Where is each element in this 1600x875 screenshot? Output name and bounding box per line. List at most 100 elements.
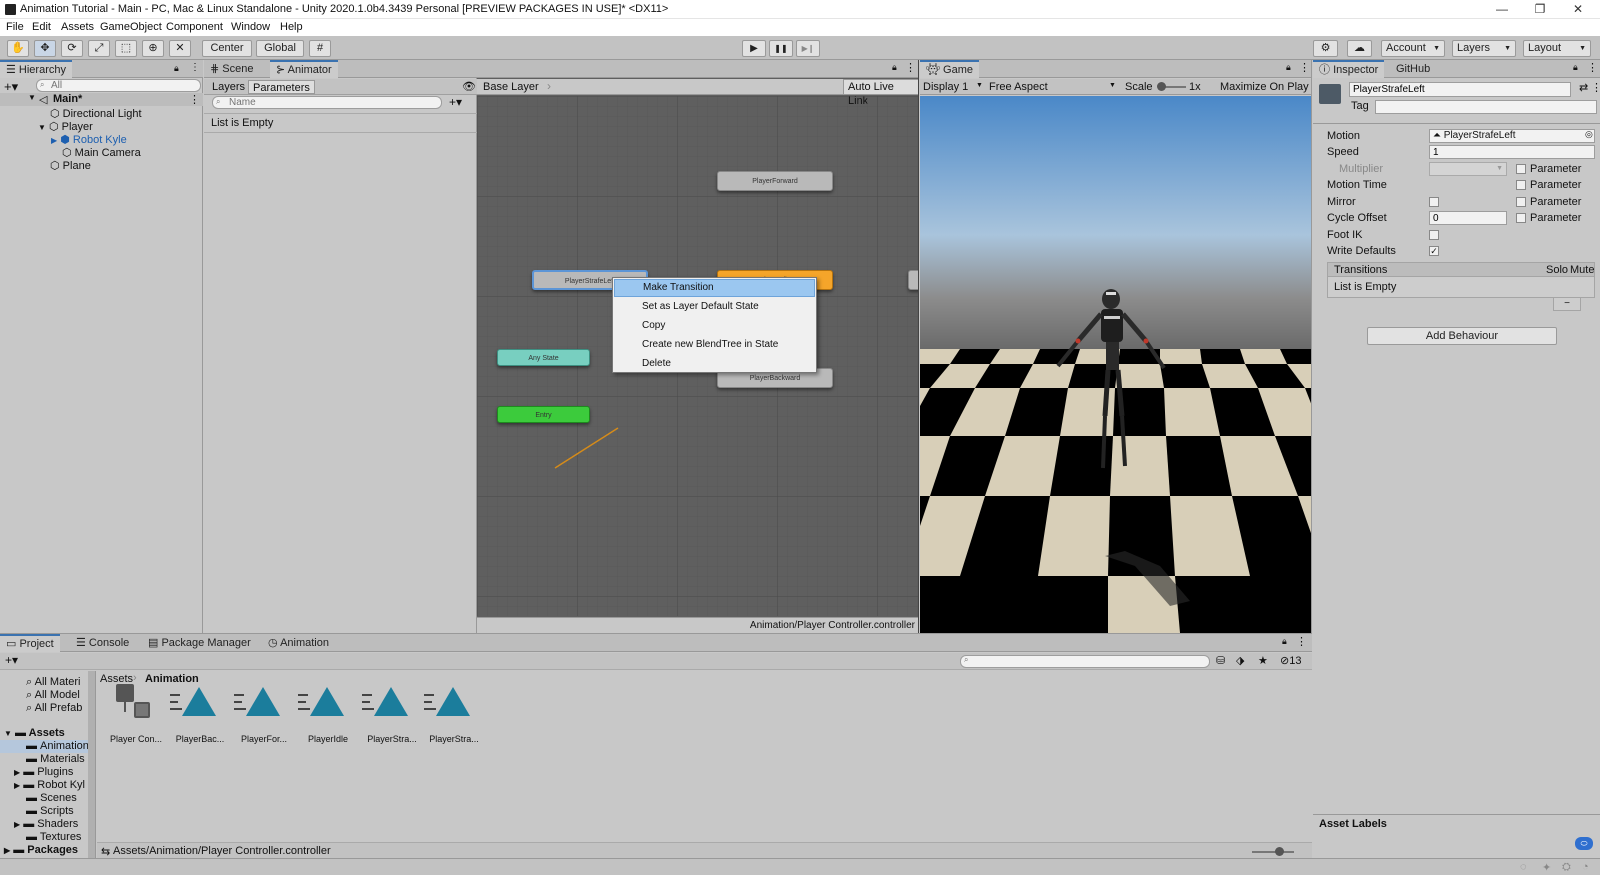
preset-icon[interactable]: ⇄ <box>1579 81 1588 94</box>
tab-scene[interactable]: ⋕ Scene <box>204 60 259 78</box>
tree-scripts[interactable]: ▬ Scripts <box>26 805 74 817</box>
subtab-layers[interactable]: Layers <box>208 80 249 94</box>
expand-arrow-icon[interactable]: ▼ <box>4 729 12 738</box>
menu-item-create-blendtree[interactable]: Create new BlendTree in State <box>614 336 815 354</box>
tree-scenes[interactable]: ▬ Scenes <box>26 792 77 804</box>
object-picker-icon[interactable]: ◎ <box>1585 129 1593 140</box>
hierarchy-item-plane[interactable]: ⬡ Plane <box>50 159 91 172</box>
auto-live-link-toggle[interactable]: Auto Live Link <box>843 79 918 107</box>
lock-icon[interactable]: 🔒︎ <box>1573 62 1578 73</box>
panel-menu-icon[interactable]: ⋮ <box>190 62 200 73</box>
menu-component[interactable]: Component <box>166 21 223 33</box>
tab-github[interactable]: GitHub <box>1390 60 1436 78</box>
menu-file[interactable]: File <box>6 21 24 33</box>
filter-type-icon[interactable]: ⛁ <box>1216 654 1225 667</box>
expand-arrow-icon[interactable]: ▶ <box>14 820 20 829</box>
expand-arrow-icon[interactable]: ▶ <box>4 846 10 855</box>
tag-field[interactable] <box>1375 100 1597 114</box>
account-dropdown[interactable]: Account ▼ <box>1381 40 1445 57</box>
minimize-button[interactable]: — <box>1492 2 1512 16</box>
panel-menu-icon[interactable]: ⋮ <box>1296 635 1307 648</box>
lock-icon[interactable]: 🔒︎ <box>174 63 179 74</box>
play-button[interactable]: ▶ <box>742 40 766 57</box>
favorite-all-materials[interactable]: ⌕ All Materi <box>26 676 80 689</box>
expand-arrow-icon[interactable]: ▼ <box>38 123 46 132</box>
menu-gameobject[interactable]: GameObject <box>100 21 162 33</box>
tab-animator[interactable]: ⊱ Animator <box>270 60 338 78</box>
icon-size-slider-thumb[interactable] <box>1275 847 1284 856</box>
pivot-center-toggle[interactable]: Center <box>202 40 252 57</box>
panel-menu-icon[interactable]: ⋮ <box>1299 61 1310 74</box>
expand-arrow-icon[interactable]: ▼ <box>28 93 36 102</box>
remove-transition-button[interactable]: − <box>1553 298 1581 311</box>
menu-item-delete[interactable]: Delete <box>614 355 815 373</box>
collab-icon[interactable]: ⚙ <box>1313 40 1338 57</box>
display-dropdown[interactable]: Display 1 <box>923 81 968 93</box>
favorite-all-prefabs[interactable]: ⌕ All Prefab <box>26 702 82 715</box>
subtab-parameters[interactable]: Parameters <box>248 80 315 94</box>
menu-assets[interactable]: Assets <box>61 21 94 33</box>
hierarchy-item-directional-light[interactable]: ⬡ Directional Light <box>50 107 142 120</box>
multiplier-parameter-checkbox[interactable] <box>1516 164 1526 174</box>
write-defaults-checkbox[interactable]: ✓ <box>1429 246 1439 256</box>
tree-textures[interactable]: ▬ Textures <box>26 831 81 843</box>
expand-arrow-icon[interactable]: ▶ <box>14 768 20 777</box>
rect-tool-icon[interactable]: ⬚ <box>115 40 137 57</box>
filter-label-icon[interactable]: ⬗ <box>1236 654 1244 667</box>
lock-icon[interactable]: 🔒︎ <box>892 62 897 73</box>
scale-tool-icon[interactable]: ⤢ <box>88 40 110 57</box>
state-any-state[interactable]: Any State <box>497 349 590 366</box>
tab-game[interactable]: 👾︎ Game <box>920 60 979 78</box>
panel-menu-icon[interactable]: ⋮ <box>905 61 916 74</box>
hierarchy-item-player[interactable]: ▼ ⬡ Player <box>38 120 93 133</box>
eye-icon[interactable]: 👁︎ <box>462 80 476 93</box>
state-offscreen[interactable] <box>908 270 918 290</box>
motion-time-parameter-checkbox[interactable] <box>1516 180 1526 190</box>
expand-arrow-icon[interactable]: ▶ <box>51 136 57 145</box>
pause-button[interactable]: ❚❚ <box>769 40 793 57</box>
hierarchy-item-robot-kyle[interactable]: ▶ ⬢ Robot Kyle <box>51 133 127 146</box>
restore-button[interactable]: ❐ <box>1530 2 1550 16</box>
object-name-field[interactable] <box>1349 82 1571 97</box>
move-tool-icon[interactable]: ✥ <box>34 40 56 57</box>
aspect-dropdown[interactable]: Free Aspect <box>989 81 1048 93</box>
tree-scrollbar[interactable] <box>88 671 95 859</box>
state-entry[interactable]: Entry <box>497 406 590 423</box>
rotate-tool-icon[interactable]: ⟳ <box>61 40 83 57</box>
menu-help[interactable]: Help <box>280 21 303 33</box>
lock-icon[interactable]: 🔒︎ <box>1286 62 1291 73</box>
hidden-packages-icon[interactable]: ⊘13 <box>1280 654 1301 667</box>
mirror-checkbox[interactable] <box>1429 197 1439 207</box>
cycle-offset-parameter-checkbox[interactable] <box>1516 213 1526 223</box>
lock-icon[interactable]: 🔒︎ <box>1282 636 1287 647</box>
layers-dropdown[interactable]: Layers ▼ <box>1452 40 1516 57</box>
global-space-toggle[interactable]: Global <box>256 40 304 57</box>
menu-item-set-default-state[interactable]: Set as Layer Default State <box>614 298 815 316</box>
tab-inspector[interactable]: ⓘ Inspector <box>1313 60 1385 78</box>
expand-arrow-icon[interactable]: ▶ <box>14 781 20 790</box>
tab-package-manager[interactable]: ▤ Package Manager <box>142 634 257 652</box>
favorite-all-models[interactable]: ⌕ All Model <box>26 689 80 702</box>
scene-row[interactable]: ▼ ◁ Main* ⋮ <box>0 93 203 106</box>
hierarchy-search-input[interactable] <box>36 79 201 92</box>
cycle-offset-field[interactable] <box>1429 211 1507 225</box>
maximize-on-play-toggle[interactable]: Maximize On Play <box>1220 81 1309 93</box>
favorite-icon[interactable]: ★ <box>1258 654 1268 667</box>
custom-tool-icon[interactable]: ✕ <box>169 40 191 57</box>
project-search-input[interactable] <box>960 655 1210 668</box>
transform-tool-icon[interactable]: ⊕ <box>142 40 164 57</box>
add-behaviour-button[interactable]: Add Behaviour <box>1367 327 1557 345</box>
step-button[interactable]: ▶❙ <box>796 40 820 57</box>
grid-snap-icon[interactable]: # <box>309 40 331 57</box>
create-asset-icon[interactable]: +▾ <box>5 653 18 667</box>
tree-assets[interactable]: ▼ ▬ Assets <box>4 727 65 739</box>
asset-label-icon[interactable]: ⬭ <box>1575 837 1593 850</box>
tree-packages[interactable]: ▶ ▬ Packages <box>4 844 78 856</box>
add-parameter-icon[interactable]: +▾ <box>449 95 462 109</box>
scale-slider-thumb[interactable] <box>1157 82 1166 91</box>
motion-field[interactable]: ⏶ PlayerStrafeLeft <box>1429 129 1595 143</box>
menu-edit[interactable]: Edit <box>32 21 51 33</box>
menu-item-make-transition[interactable]: Make Transition <box>614 279 815 297</box>
tab-console[interactable]: ☰ Console <box>70 634 135 652</box>
multiplier-dropdown[interactable]: ▼ <box>1429 162 1507 176</box>
